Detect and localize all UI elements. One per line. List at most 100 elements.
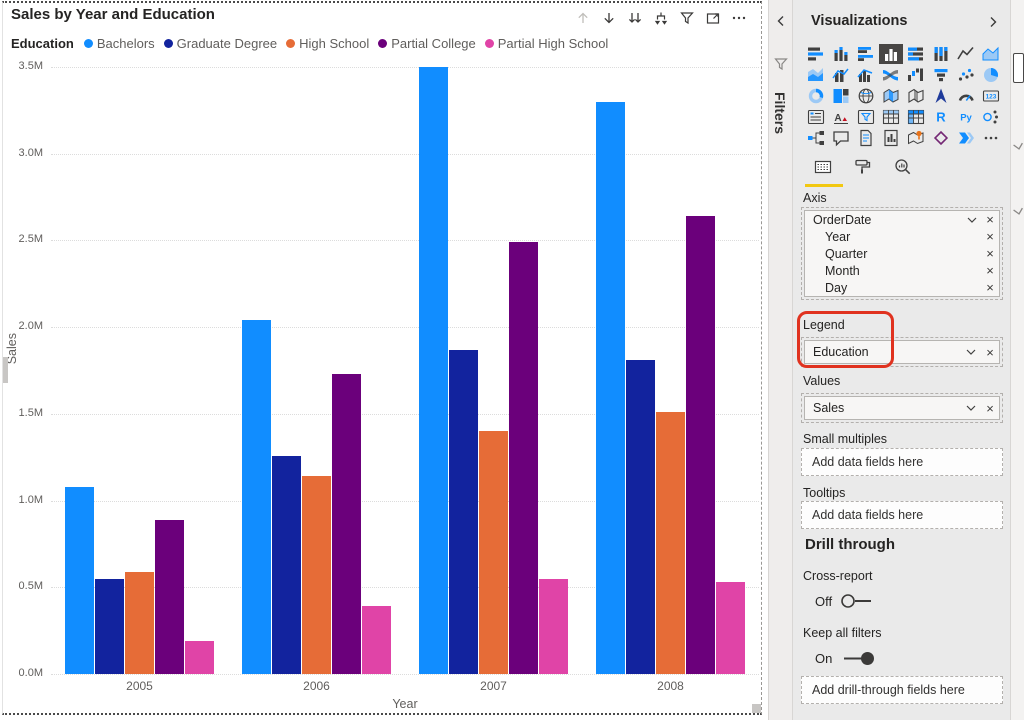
viz-type-treemap-icon[interactable] <box>829 86 853 106</box>
field-remove-icon[interactable]: × <box>981 212 999 227</box>
more-options-icon[interactable] <box>731 10 747 26</box>
viz-type-area-chart-icon[interactable] <box>979 44 1003 64</box>
viz-type-waterfall-chart-icon[interactable] <box>904 65 928 85</box>
viz-type-matrix-icon[interactable] <box>904 107 928 127</box>
clustered-column-chart-visual[interactable]: Sales by Year and Education Education Ba… <box>2 1 762 715</box>
values-field-chevron-icon[interactable] <box>961 404 981 412</box>
axis-field-quarter[interactable]: Quarter× <box>805 245 999 262</box>
bar-2008-bachelors[interactable] <box>596 102 625 674</box>
viz-type-filled-map-icon[interactable] <box>879 86 903 106</box>
viz-type-qa-visual-icon[interactable] <box>829 128 853 148</box>
viz-type-power-apps-icon[interactable] <box>929 128 953 148</box>
bar-2007-partial-high-school[interactable] <box>539 579 568 674</box>
bar-2005-high-school[interactable] <box>125 572 154 674</box>
legend-field-pill[interactable]: Education <box>805 345 961 359</box>
edge-chevron-icon[interactable] <box>1013 203 1024 221</box>
axis-field-orderdate[interactable]: OrderDate× <box>805 211 999 228</box>
viz-type-decomposition-tree-icon[interactable] <box>804 128 828 148</box>
viz-type-donut-chart-icon[interactable] <box>804 86 828 106</box>
viz-type-slicer-icon[interactable] <box>854 107 878 127</box>
edge-chevron-icon[interactable] <box>1013 138 1024 156</box>
viz-type-map-icon[interactable] <box>854 86 878 106</box>
drill-down-icon[interactable] <box>601 10 617 26</box>
viz-type-python-visual-icon[interactable]: Py <box>954 107 978 127</box>
bar-2007-partial-college[interactable] <box>509 242 538 674</box>
bar-2006-high-school[interactable] <box>302 476 331 674</box>
field-chevron-icon[interactable] <box>963 216 981 224</box>
viz-type-smart-narrative-icon[interactable] <box>854 128 878 148</box>
legend-field-well[interactable]: Education × <box>801 337 1003 367</box>
viz-type-100-stacked-bar-chart-icon[interactable] <box>904 44 928 64</box>
legend-field-remove-icon[interactable]: × <box>981 345 999 360</box>
viz-type-azure-map-icon[interactable] <box>929 86 953 106</box>
expand-all-down-icon[interactable] <box>653 10 669 26</box>
axis-field-day[interactable]: Day× <box>805 279 999 296</box>
bar-2005-partial-college[interactable] <box>155 520 184 674</box>
go-to-next-level-icon[interactable] <box>627 10 643 26</box>
bar-2008-partial-high-school[interactable] <box>716 582 745 674</box>
bar-2008-partial-college[interactable] <box>686 216 715 674</box>
legend-item[interactable]: Partial High School <box>485 36 609 51</box>
viz-type-kpi-icon[interactable]: A <box>829 107 853 127</box>
viz-type-funnel-chart-icon[interactable] <box>929 65 953 85</box>
tab-analytics[interactable] <box>893 157 913 182</box>
viz-type-r-script-visual-icon[interactable]: R <box>929 107 953 127</box>
field-remove-icon[interactable]: × <box>981 246 999 261</box>
bar-2007-graduate-degree[interactable] <box>449 350 478 674</box>
axis-field-year[interactable]: Year× <box>805 228 999 245</box>
axis-field-month[interactable]: Month× <box>805 262 999 279</box>
legend-item[interactable]: Bachelors <box>84 36 155 51</box>
bar-2006-bachelors[interactable] <box>242 320 271 674</box>
viz-type-power-automate-icon[interactable] <box>954 128 978 148</box>
viz-type-multi-row-card-icon[interactable] <box>804 107 828 127</box>
legend-item[interactable]: Graduate Degree <box>164 36 277 51</box>
bar-2006-graduate-degree[interactable] <box>272 456 301 675</box>
bar-2006-partial-high-school[interactable] <box>362 606 391 674</box>
drill-through-drop-zone[interactable]: Add drill-through fields here <box>801 676 1003 704</box>
cross-report-toggle[interactable]: Off <box>815 593 876 609</box>
field-remove-icon[interactable]: × <box>981 280 999 295</box>
viz-type-shape-map-icon[interactable] <box>904 86 928 106</box>
viz-type-stacked-column-chart-icon[interactable] <box>829 44 853 64</box>
bar-2007-high-school[interactable] <box>479 431 508 674</box>
bar-2008-graduate-degree[interactable] <box>626 360 655 674</box>
small-multiples-drop-zone[interactable]: Add data fields here <box>801 448 1003 476</box>
bar-2005-partial-high-school[interactable] <box>185 641 214 674</box>
viz-type-line-and-clustered-column-chart-icon[interactable] <box>854 65 878 85</box>
viz-type-paginated-report-icon[interactable] <box>879 128 903 148</box>
viz-type-clustered-column-chart-icon[interactable] <box>879 44 903 64</box>
values-field-remove-icon[interactable]: × <box>981 401 999 416</box>
focus-mode-icon[interactable] <box>705 10 721 26</box>
viz-type-pie-chart-icon[interactable] <box>979 65 1003 85</box>
viz-type-more-visuals-icon[interactable] <box>979 128 1003 148</box>
resize-handle-bottom-right[interactable] <box>752 704 761 713</box>
values-field-well[interactable]: Sales × <box>801 393 1003 423</box>
tab-format[interactable] <box>853 157 873 182</box>
field-remove-icon[interactable]: × <box>981 229 999 244</box>
bar-2005-bachelors[interactable] <box>65 487 94 674</box>
filters-pane-label[interactable]: Filters <box>772 92 788 134</box>
viz-type-stacked-area-chart-icon[interactable] <box>804 65 828 85</box>
viz-type-line-and-stacked-column-chart-icon[interactable] <box>829 65 853 85</box>
viz-type-table-icon[interactable] <box>879 107 903 127</box>
bar-2008-high-school[interactable] <box>656 412 685 674</box>
viz-type-gauge-icon[interactable] <box>954 86 978 106</box>
viz-type-stacked-bar-chart-icon[interactable] <box>804 44 828 64</box>
bar-2006-partial-college[interactable] <box>332 374 361 674</box>
keep-all-filters-toggle[interactable]: On <box>815 650 876 667</box>
viz-type-key-influencers-icon[interactable] <box>979 107 1003 127</box>
collapse-visualizations-chevron-icon[interactable] <box>986 15 1000 34</box>
drill-up-icon[interactable] <box>575 10 591 26</box>
legend-item[interactable]: Partial College <box>378 36 476 51</box>
viz-type-clustered-bar-chart-icon[interactable] <box>854 44 878 64</box>
resize-handle-left[interactable] <box>3 357 8 383</box>
viz-type-card-icon[interactable]: 123 <box>979 86 1003 106</box>
bar-2007-bachelors[interactable] <box>419 67 448 674</box>
visual-filter-icon[interactable] <box>679 10 695 26</box>
viz-type-line-chart-icon[interactable] <box>954 44 978 64</box>
viz-type-scatter-chart-icon[interactable] <box>954 65 978 85</box>
bar-2005-graduate-degree[interactable] <box>95 579 124 674</box>
values-field-pill[interactable]: Sales <box>805 401 961 415</box>
tab-fields[interactable] <box>813 157 833 182</box>
axis-field-well[interactable]: OrderDate×Year×Quarter×Month×Day× <box>801 207 1003 300</box>
